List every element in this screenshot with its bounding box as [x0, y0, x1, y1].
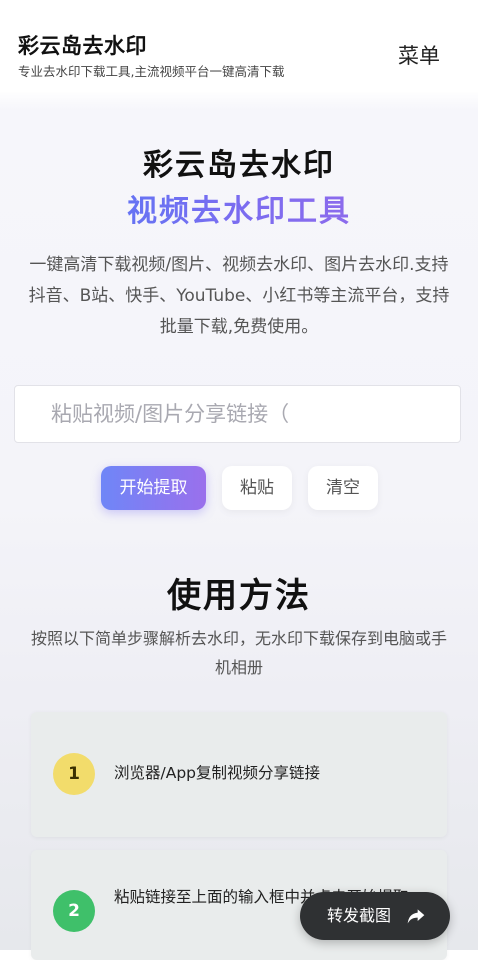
usage-description: 按照以下简单步骤解析去水印，无水印下载保存到电脑或手机相册	[30, 629, 447, 677]
share-screenshot-button[interactable]: 转发截图	[300, 892, 450, 940]
step-text: 浏览器/App复制视频分享链接	[114, 764, 321, 782]
hero-title: 彩云岛去水印	[143, 148, 335, 183]
link-input[interactable]	[14, 385, 461, 443]
site-subtitle: 专业去水印下载工具,主流视频平台一键高清下载	[18, 64, 285, 79]
usage-title: 使用方法	[167, 576, 311, 616]
step-card: 1 浏览器/App复制视频分享链接	[31, 712, 447, 837]
hero-description: 一键高清下载视频/图片、视频去水印、图片去水印.支持抖音、B站、快手、YouTu…	[28, 255, 450, 337]
share-arrow-icon	[407, 909, 425, 924]
step-number-badge: 1	[53, 753, 95, 795]
paste-button[interactable]: 粘贴	[222, 466, 292, 510]
site-title[interactable]: 彩云岛去水印	[18, 30, 147, 60]
share-label: 转发截图	[327, 906, 392, 925]
start-extract-button[interactable]: 开始提取	[101, 466, 206, 510]
step-number-badge: 2	[53, 890, 95, 932]
hero-subtitle: 视频去水印工具	[0, 186, 478, 230]
clear-button[interactable]: 清空	[308, 466, 378, 510]
menu-button[interactable]: 菜单	[398, 40, 440, 70]
site-header: 彩云岛去水印 专业去水印下载工具,主流视频平台一键高清下载 菜单	[0, 0, 478, 92]
